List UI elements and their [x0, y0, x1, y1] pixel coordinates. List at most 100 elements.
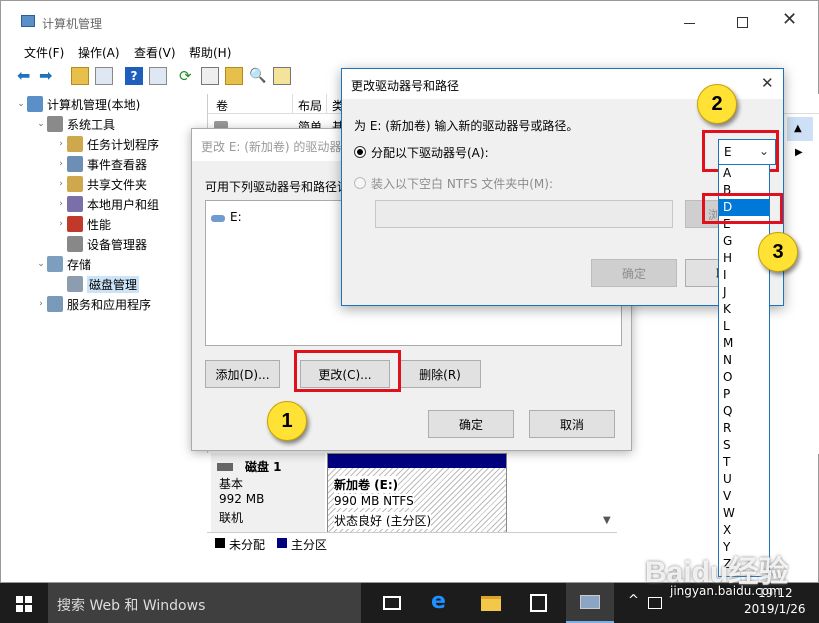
- open-folder-icon[interactable]: [225, 67, 243, 85]
- drive-letter-option[interactable]: O: [719, 369, 769, 386]
- minimize-icon[interactable]: [684, 23, 695, 24]
- delete-button[interactable]: 删除(R): [399, 360, 481, 388]
- tray-chevron-icon[interactable]: ^: [628, 593, 639, 608]
- partition-name: 新加卷 (E:): [334, 476, 399, 493]
- drive-letter-option[interactable]: K: [719, 301, 769, 318]
- tree-item[interactable]: ⌄ 存储: [35, 254, 91, 274]
- drive-letter-option[interactable]: U: [719, 471, 769, 488]
- option-d-highlight: [702, 193, 783, 224]
- search-placeholder: 搜索 Web 和 Windows: [57, 598, 206, 614]
- drive-letter-option[interactable]: L: [719, 318, 769, 335]
- ok-button[interactable]: 确定: [428, 410, 514, 438]
- tree-item-label: 事件查看器: [87, 157, 148, 172]
- chevron-right-icon[interactable]: ›: [55, 139, 67, 149]
- computer-management-icon: [580, 595, 600, 609]
- properties-icon[interactable]: [201, 67, 219, 85]
- menu-view[interactable]: 查看(V): [134, 44, 176, 61]
- forward-arrow-icon[interactable]: ➡: [39, 67, 57, 85]
- app-icon: [21, 15, 35, 27]
- drive-letter-option[interactable]: A: [719, 165, 769, 182]
- drive-letter-option[interactable]: V: [719, 488, 769, 505]
- drive-entry[interactable]: E:: [230, 210, 242, 224]
- back-arrow-icon[interactable]: ⬅: [17, 67, 35, 85]
- drive-letter-option[interactable]: Q: [719, 403, 769, 420]
- tree-item[interactable]: ⌄ 计算机管理(本地): [15, 94, 140, 114]
- drive-letter-option[interactable]: T: [719, 454, 769, 471]
- radio-mount: [354, 177, 366, 189]
- drive-letter-option[interactable]: J: [719, 284, 769, 301]
- chevron-right-icon[interactable]: ›: [55, 199, 67, 209]
- maximize-icon[interactable]: [737, 17, 748, 28]
- watermark-url: jingyan.baidu.com: [670, 584, 781, 598]
- inner-close-icon[interactable]: ✕: [761, 74, 774, 92]
- column-layout[interactable]: 布局: [298, 97, 322, 114]
- tree-item[interactable]: › 共享文件夹: [55, 174, 147, 194]
- tree-item[interactable]: 设备管理器: [55, 234, 147, 254]
- cancel-button[interactable]: 取消: [529, 410, 615, 438]
- collapse-up-icon[interactable]: ▲: [794, 123, 802, 134]
- tree-node-icon: [67, 136, 83, 152]
- tree-node-icon: [67, 176, 83, 192]
- column-volume[interactable]: 卷: [216, 97, 228, 114]
- drive-letter-option[interactable]: W: [719, 505, 769, 522]
- chevron-right-icon[interactable]: ›: [55, 179, 67, 189]
- clock-date[interactable]: 2019/1/26: [744, 602, 806, 616]
- chevron-down-icon[interactable]: ⌄: [35, 259, 47, 269]
- tree-item[interactable]: 磁盘管理: [55, 274, 140, 294]
- disk-label: 磁盘 1 基本 992 MB 联机: [211, 453, 325, 533]
- add-button[interactable]: 添加(D)...: [205, 360, 280, 388]
- chevron-right-icon[interactable]: ›: [55, 159, 67, 169]
- tree-item[interactable]: › 任务计划程序: [55, 134, 159, 154]
- file-explorer-icon[interactable]: [481, 596, 501, 611]
- close-icon[interactable]: ✕: [782, 9, 797, 30]
- drive-letter-option[interactable]: I: [719, 267, 769, 284]
- console-tree: ⌄ 计算机管理(本地) ⌄ 系统工具 › 任务计划程序 › 事件查看器 › 共享文件夹 › 本地用户和…: [15, 94, 205, 584]
- inner-prompt: 为 E: (新加卷) 输入新的驱动器号或路径。: [354, 119, 579, 133]
- tree-item[interactable]: ⌄ 系统工具: [35, 114, 115, 134]
- drive-letter-option[interactable]: S: [719, 437, 769, 454]
- partition[interactable]: 新加卷 (E:) 990 MB NTFS 状态良好 (主分区): [327, 453, 507, 533]
- menu-help[interactable]: 帮助(H): [189, 44, 231, 61]
- store-icon[interactable]: [530, 594, 547, 612]
- chevron-right-icon[interactable]: ›: [55, 219, 67, 229]
- refresh-icon[interactable]: ⟳: [179, 67, 197, 85]
- drive-letter-option[interactable]: N: [719, 352, 769, 369]
- export-icon[interactable]: [273, 67, 291, 85]
- tree-node-icon: [67, 156, 83, 172]
- drive-letter-dropdown[interactable]: ABDEGHIJKLMNOPQRSTUVWXYZ: [718, 164, 770, 577]
- scroll-down-icon[interactable]: ▼: [603, 515, 611, 526]
- drive-letter-option[interactable]: P: [719, 386, 769, 403]
- radio-assign[interactable]: [354, 146, 366, 158]
- more-actions-icon[interactable]: ▶: [795, 147, 803, 158]
- menu-file[interactable]: 文件(F): [24, 44, 64, 61]
- tree-node-icon: [27, 96, 43, 112]
- disk-map: 磁盘 1 基本 992 MB 联机 新加卷 (E:) 990 MB NTFS 状…: [207, 453, 617, 533]
- edge-icon[interactable]: e: [431, 589, 446, 614]
- drive-letter-option[interactable]: R: [719, 420, 769, 437]
- chevron-right-icon[interactable]: ›: [35, 299, 47, 309]
- chevron-down-icon[interactable]: ⌄: [15, 99, 27, 109]
- drive-letter-option[interactable]: X: [719, 522, 769, 539]
- tray-network-icon[interactable]: [648, 597, 662, 609]
- console-tree-icon[interactable]: [149, 67, 167, 85]
- tree-item[interactable]: › 服务和应用程序: [35, 294, 151, 314]
- tree-item-label: 计算机管理(本地): [47, 97, 141, 112]
- tree-item[interactable]: › 性能: [55, 214, 111, 234]
- tree-item[interactable]: › 事件查看器: [55, 154, 147, 174]
- up-folder-icon[interactable]: [71, 67, 89, 85]
- legend: 未分配 主分区: [207, 532, 617, 552]
- help-icon[interactable]: ?: [125, 67, 143, 85]
- start-windows-icon[interactable]: [16, 596, 32, 612]
- window-title: 计算机管理: [42, 17, 103, 31]
- menu-action[interactable]: 操作(A): [78, 44, 120, 61]
- taskbar-search[interactable]: 搜索 Web 和 Windows: [48, 583, 361, 623]
- drive-letter-option[interactable]: M: [719, 335, 769, 352]
- tree-item[interactable]: › 本地用户和组: [55, 194, 159, 214]
- legend-primary-swatch: [277, 538, 287, 548]
- task-view-icon[interactable]: [383, 596, 401, 610]
- show-hide-tree-icon[interactable]: [95, 67, 113, 85]
- search-icon[interactable]: 🔍: [249, 67, 267, 85]
- computer-management-task[interactable]: [566, 583, 614, 623]
- legend-unallocated-swatch: [215, 538, 225, 548]
- chevron-down-icon[interactable]: ⌄: [35, 119, 47, 129]
